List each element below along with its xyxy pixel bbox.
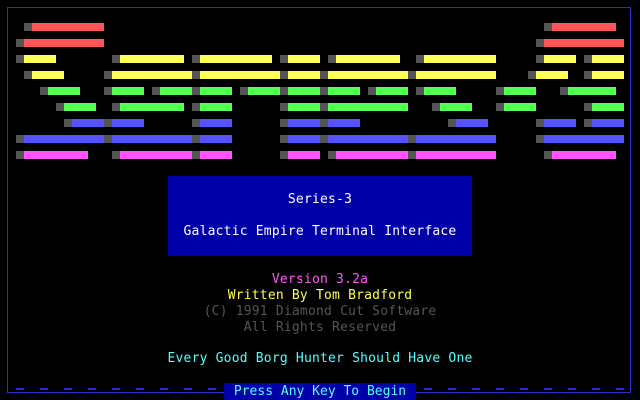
author-text: Written By Tom Bradford: [227, 288, 413, 303]
border-dash: [88, 388, 96, 390]
logo-stripe-segment: [192, 55, 272, 63]
logo-stripe-segment: [24, 23, 104, 31]
logo-stripe-segment: [320, 103, 408, 111]
logo-stripe-segment: [448, 119, 488, 127]
logo-stripe-segment: [560, 87, 616, 95]
logo-stripe-segment: [408, 135, 496, 143]
version-text: Version 3.2a: [271, 272, 369, 287]
logo-stripe-segment: [104, 71, 192, 79]
logo-stripe-segment: [584, 103, 624, 111]
logo-stripe-segment: [16, 55, 56, 63]
border-dash: [592, 388, 600, 390]
series-title: Series-3: [287, 192, 353, 207]
logo-stripe-segment: [192, 135, 232, 143]
border-dash: [448, 388, 456, 390]
logo-stripe-segment: [328, 151, 408, 159]
logo-stripe-segment: [320, 87, 360, 95]
logo-stripe-segment: [544, 23, 616, 31]
copyright-text: (C) 1991 Diamond Cut Software: [203, 304, 437, 319]
game-logo: [0, 0, 640, 170]
logo-stripe-segment: [408, 151, 496, 159]
logo-stripe-segment: [104, 119, 144, 127]
logo-stripe-segment: [16, 151, 88, 159]
logo-stripe-segment: [280, 151, 320, 159]
logo-stripe-segment: [280, 55, 320, 63]
logo-stripe-segment: [64, 119, 104, 127]
logo-stripe-segment: [320, 71, 408, 79]
logo-stripe-segment: [40, 87, 80, 95]
border-dash: [520, 388, 528, 390]
logo-stripe-segment: [544, 151, 616, 159]
logo-stripe-segment: [192, 119, 232, 127]
border-dash: [544, 388, 552, 390]
logo-stripe-segment: [328, 55, 400, 63]
logo-stripe-segment: [192, 151, 232, 159]
border-dash: [16, 388, 24, 390]
logo-stripe-segment: [536, 135, 624, 143]
logo-stripe-segment: [280, 87, 320, 95]
logo-stripe-segment: [432, 103, 472, 111]
border-dash: [208, 388, 216, 390]
logo-stripe-segment: [104, 87, 144, 95]
logo-stripe-segment: [192, 87, 232, 95]
title-screen: Series-3 Galactic Empire Terminal Interf…: [0, 0, 640, 400]
logo-stripe-segment: [24, 71, 64, 79]
logo-stripe-segment: [240, 87, 280, 95]
border-dash: [160, 388, 168, 390]
logo-stripe-segment: [16, 39, 104, 47]
logo-stripe-segment: [408, 71, 496, 79]
logo-stripe-segment: [536, 119, 576, 127]
logo-stripe-segment: [280, 71, 320, 79]
border-dash: [568, 388, 576, 390]
logo-stripe-segment: [112, 55, 184, 63]
logo-stripe-segment: [368, 87, 408, 95]
press-any-key-prompt[interactable]: Press Any Key To Begin: [224, 383, 416, 400]
motto-text: Every Good Borg Hunter Should Have One: [167, 351, 473, 366]
logo-stripe-segment: [56, 103, 96, 111]
logo-stripe-segment: [280, 103, 320, 111]
logo-stripe-segment: [104, 135, 192, 143]
logo-stripe-segment: [192, 71, 280, 79]
border-dash: [472, 388, 480, 390]
logo-stripe-segment: [416, 55, 496, 63]
logo-stripe-segment: [280, 119, 320, 127]
game-subtitle: Galactic Empire Terminal Interface: [183, 224, 457, 239]
border-dash: [40, 388, 48, 390]
logo-stripe-segment: [536, 55, 576, 63]
border-dash: [496, 388, 504, 390]
logo-stripe-segment: [584, 119, 624, 127]
logo-stripe-segment: [584, 55, 624, 63]
title-box: Series-3 Galactic Empire Terminal Interf…: [168, 176, 472, 256]
border-dash: [424, 388, 432, 390]
logo-stripe-segment: [152, 87, 192, 95]
logo-stripe-segment: [112, 103, 184, 111]
border-dash: [112, 388, 120, 390]
border-dash: [616, 388, 624, 390]
logo-stripe-segment: [320, 135, 408, 143]
logo-stripe-segment: [280, 135, 320, 143]
logo-stripe-segment: [16, 135, 104, 143]
logo-stripe-segment: [536, 39, 624, 47]
border-dash: [136, 388, 144, 390]
border-dash: [184, 388, 192, 390]
logo-stripe-segment: [528, 71, 568, 79]
logo-stripe-segment: [192, 103, 232, 111]
logo-stripe-segment: [584, 71, 624, 79]
logo-stripe-segment: [496, 87, 536, 95]
border-dash: [64, 388, 72, 390]
rights-text: All Rights Reserved: [243, 320, 397, 335]
logo-stripe-segment: [320, 119, 360, 127]
logo-stripe-segment: [496, 103, 536, 111]
logo-stripe-segment: [416, 87, 456, 95]
logo-stripe-segment: [112, 151, 192, 159]
